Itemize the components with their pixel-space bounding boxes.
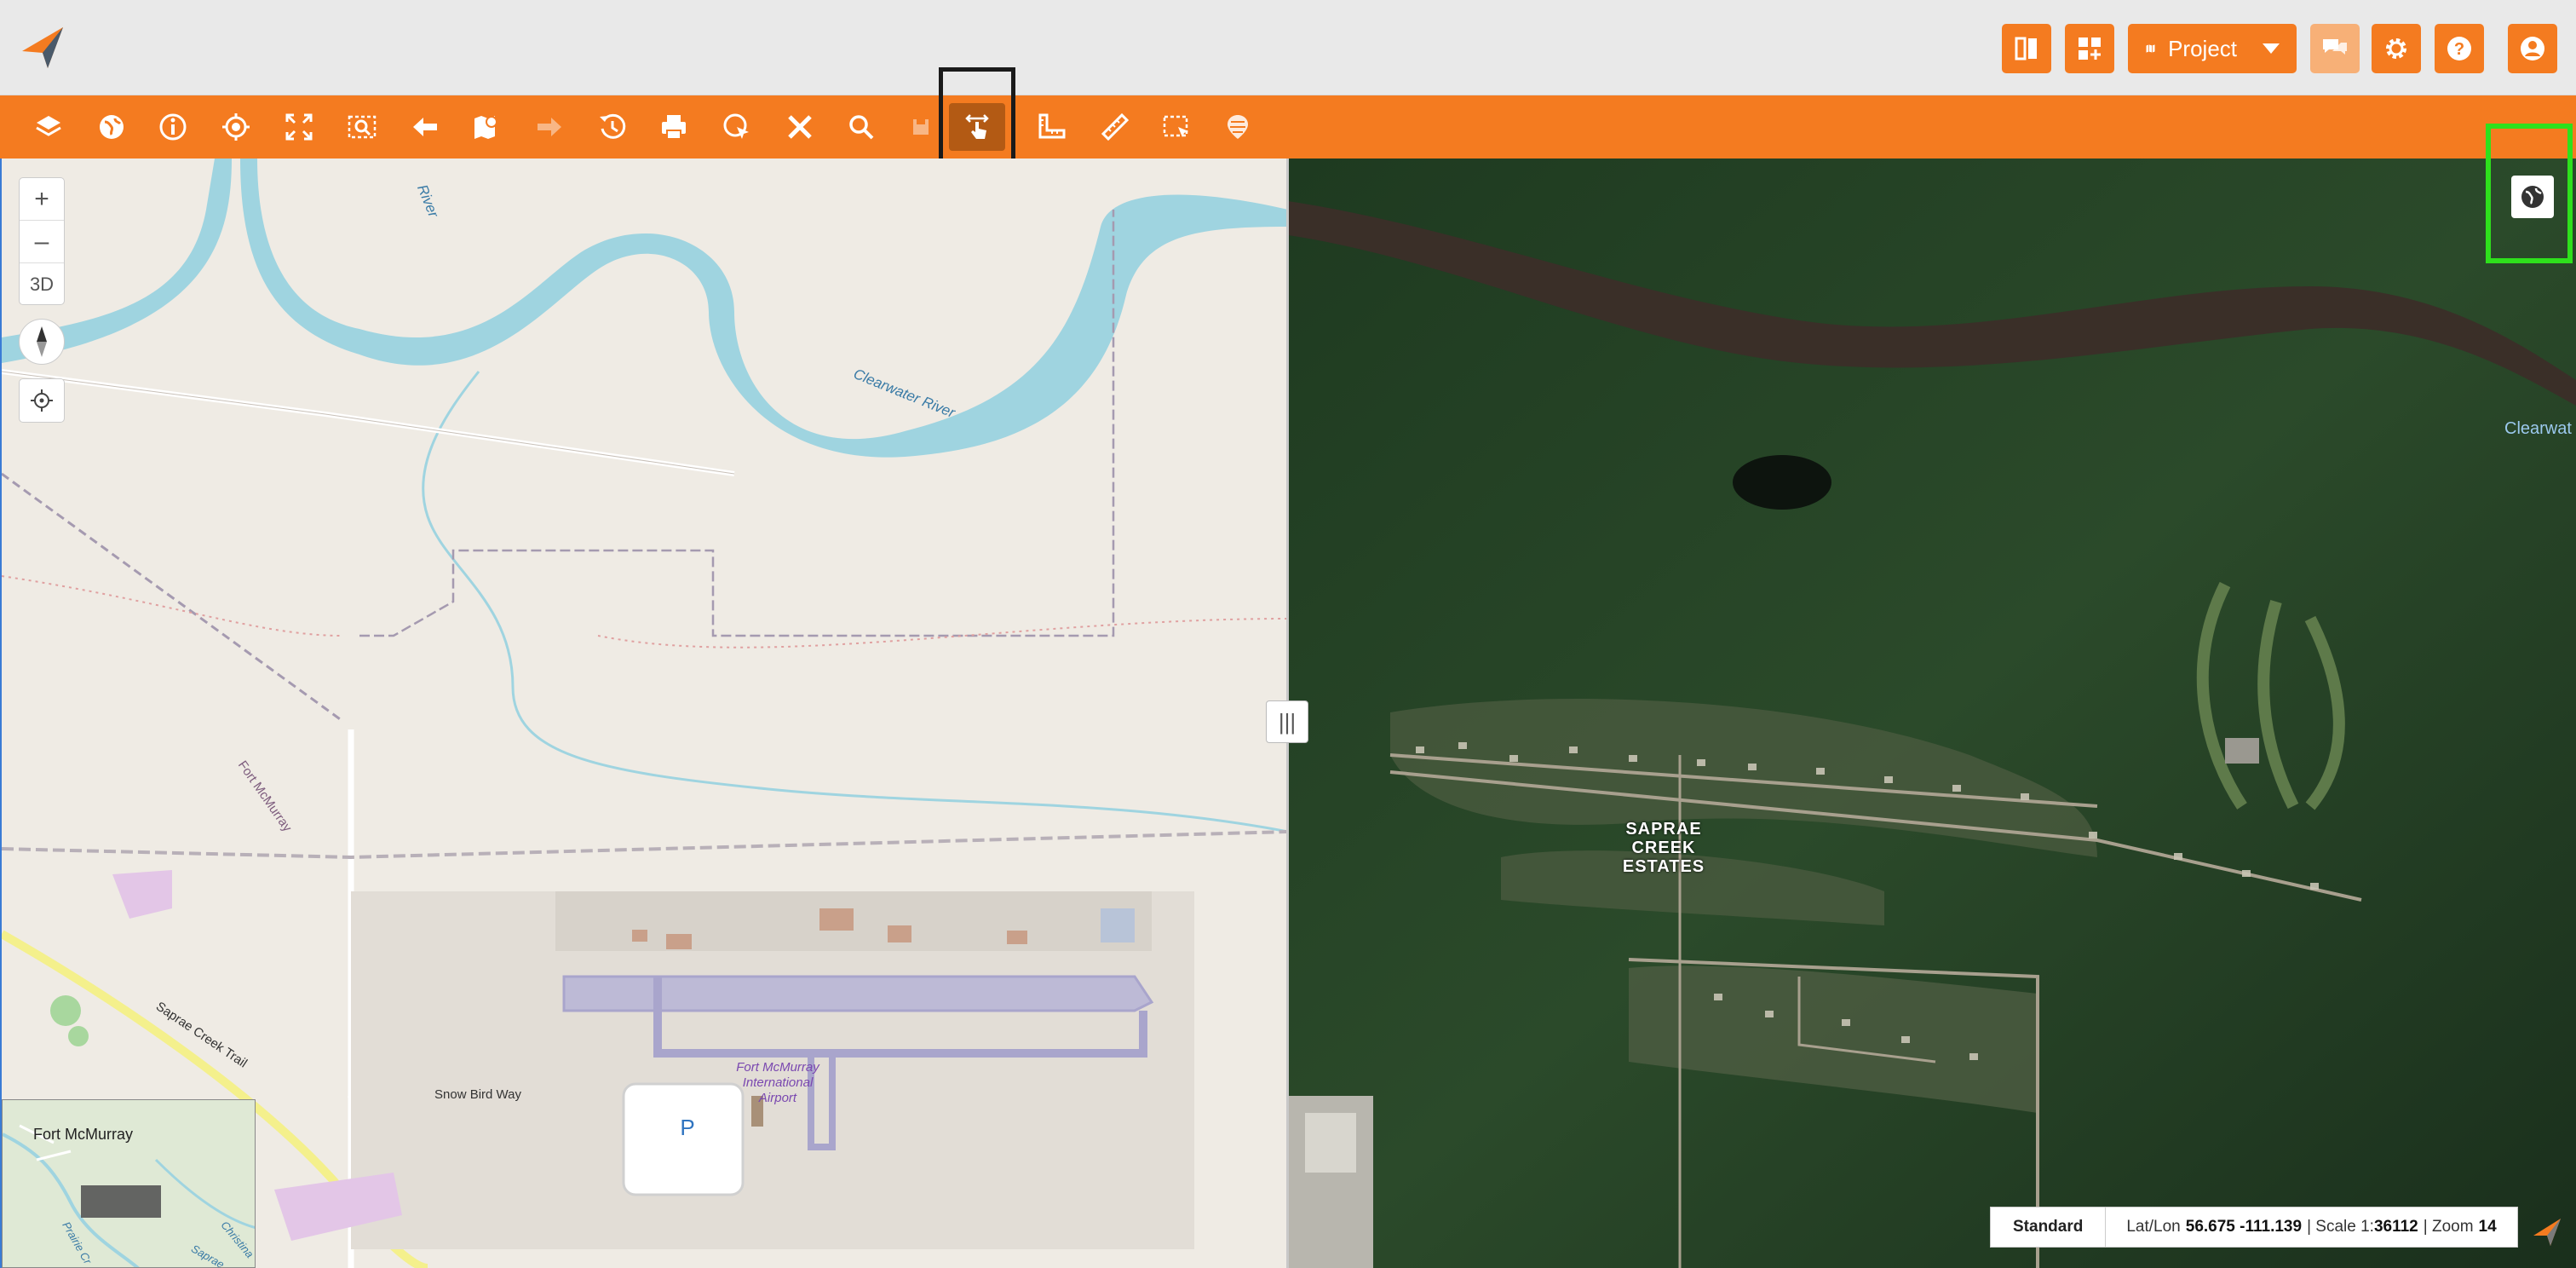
project-dropdown[interactable]: Project	[2128, 24, 2297, 73]
zoom-label: | Zoom	[2423, 1218, 2474, 1236]
coordinate-readout: Lat/Lon 56.675 -111.139 | Scale 1: 36112 …	[2106, 1218, 2516, 1236]
select-area-tool[interactable]	[1155, 106, 1198, 148]
identify-tool[interactable]	[152, 106, 194, 148]
scale-label: | Scale 1:	[2307, 1218, 2374, 1236]
locate-icon	[31, 389, 53, 412]
corner-logo	[2533, 1219, 2561, 1246]
pencil-ruler-icon	[788, 115, 812, 139]
app-window: Project ? Clearwater River River Fort Mc…	[0, 0, 2576, 1268]
arrow-left-icon	[413, 118, 437, 136]
map-toolbar	[0, 95, 2576, 158]
drawing-tools[interactable]	[779, 106, 821, 148]
chat-icon	[2323, 39, 2347, 55]
expand-icon	[285, 113, 313, 141]
overview-minimap[interactable]: Fort McMurray Christina Prairie Cr Sapra…	[2, 1099, 256, 1268]
info-icon	[159, 113, 187, 141]
next-extent-tool[interactable]	[528, 106, 571, 148]
airport-label: Fort McMurray International Airport	[736, 1060, 819, 1105]
help-icon: ?	[2447, 37, 2471, 61]
split-view-icon	[2015, 37, 2037, 61]
zoom-controls: + – 3D	[19, 177, 65, 305]
add-widget-button[interactable]	[2065, 24, 2114, 73]
measure-icon	[1038, 113, 1066, 139]
app-header: Project ?	[0, 0, 2576, 95]
print-tool[interactable]	[653, 106, 695, 148]
basemaps-tool[interactable]	[90, 106, 133, 148]
zoom-to-selection-tool[interactable]	[341, 106, 383, 148]
app-logo[interactable]	[17, 22, 68, 73]
printer-icon	[662, 115, 686, 140]
heatmap-icon	[1228, 115, 1248, 139]
map-marker-icon	[474, 116, 497, 139]
save-icon	[913, 119, 929, 135]
history-tool[interactable]	[591, 106, 634, 148]
select-globe-icon	[723, 113, 749, 139]
swipe-tool[interactable]	[949, 103, 1005, 151]
road-label: Snow Bird Way	[434, 1087, 521, 1102]
split-view-button[interactable]	[2002, 24, 2051, 73]
save-tool[interactable]	[900, 106, 942, 148]
globe-icon	[100, 115, 124, 139]
parking-label: P	[680, 1114, 695, 1140]
full-extent-tool[interactable]	[278, 106, 320, 148]
heatmap-tool[interactable]	[1216, 106, 1259, 148]
svg-text:?: ?	[2454, 40, 2464, 59]
bookmarks-tool[interactable]	[465, 106, 508, 148]
map-status-bar: Standard Lat/Lon 56.675 -111.139 | Scale…	[1990, 1207, 2518, 1248]
minimap-place-label: Fort McMurray	[33, 1126, 133, 1143]
chat-button[interactable]	[2310, 24, 2360, 73]
clearwater-sat-label: Clearwat	[2504, 419, 2572, 438]
select-area-icon	[1163, 115, 1188, 137]
previous-extent-tool[interactable]	[404, 106, 446, 148]
globe-icon	[2521, 186, 2544, 208]
help-button[interactable]: ?	[2435, 24, 2484, 73]
basemap-toggle-button[interactable]	[2511, 176, 2554, 218]
ruler-tool[interactable]	[1094, 106, 1136, 148]
measure-tool[interactable]	[1031, 106, 1073, 148]
basemap-standard-button[interactable]: Standard	[1991, 1207, 2107, 1247]
zoom-out-button[interactable]: –	[20, 221, 64, 263]
map-icon	[2146, 44, 2155, 53]
compass-icon	[37, 326, 47, 357]
search-tool[interactable]	[840, 106, 883, 148]
search-icon	[849, 115, 874, 140]
scale-value: 36112	[2373, 1218, 2418, 1236]
locate-button[interactable]	[19, 378, 65, 423]
layers-icon	[36, 116, 61, 136]
satellite-map-canvas	[1288, 158, 2576, 1268]
gear-icon	[2386, 38, 2406, 59]
ruler-icon	[1101, 112, 1130, 141]
go-to-location-tool[interactable]	[215, 106, 257, 148]
select-features-tool[interactable]	[716, 106, 758, 148]
zoom-in-button[interactable]: +	[20, 178, 64, 221]
swipe-handle[interactable]: |||	[1266, 700, 1308, 743]
layers-tool[interactable]	[27, 106, 70, 148]
project-label: Project	[2168, 35, 2237, 61]
latlon-label: Lat/Lon	[2126, 1218, 2181, 1236]
satellite-map-pane[interactable]: SAPRAE CREEK ESTATES Clearwat	[1288, 158, 2576, 1268]
saprae-creek-label: SAPRAE CREEK ESTATES	[1622, 820, 1705, 876]
dashboard-add-icon	[2079, 37, 2101, 60]
crosshair-icon	[222, 113, 250, 141]
latlon-value: 56.675 -111.139	[2185, 1218, 2303, 1236]
user-button[interactable]	[2508, 24, 2557, 73]
3d-toggle-button[interactable]: 3D	[20, 263, 64, 306]
settings-button[interactable]	[2372, 24, 2421, 73]
compass-button[interactable]	[19, 319, 65, 365]
history-icon	[600, 113, 626, 139]
arrow-right-icon	[538, 118, 561, 136]
chevron-down-icon	[2263, 43, 2280, 54]
user-icon	[2521, 37, 2544, 61]
zoom-value: 14	[2478, 1218, 2497, 1236]
zoom-selection-icon	[348, 115, 377, 139]
swipe-hand-icon	[965, 114, 989, 139]
